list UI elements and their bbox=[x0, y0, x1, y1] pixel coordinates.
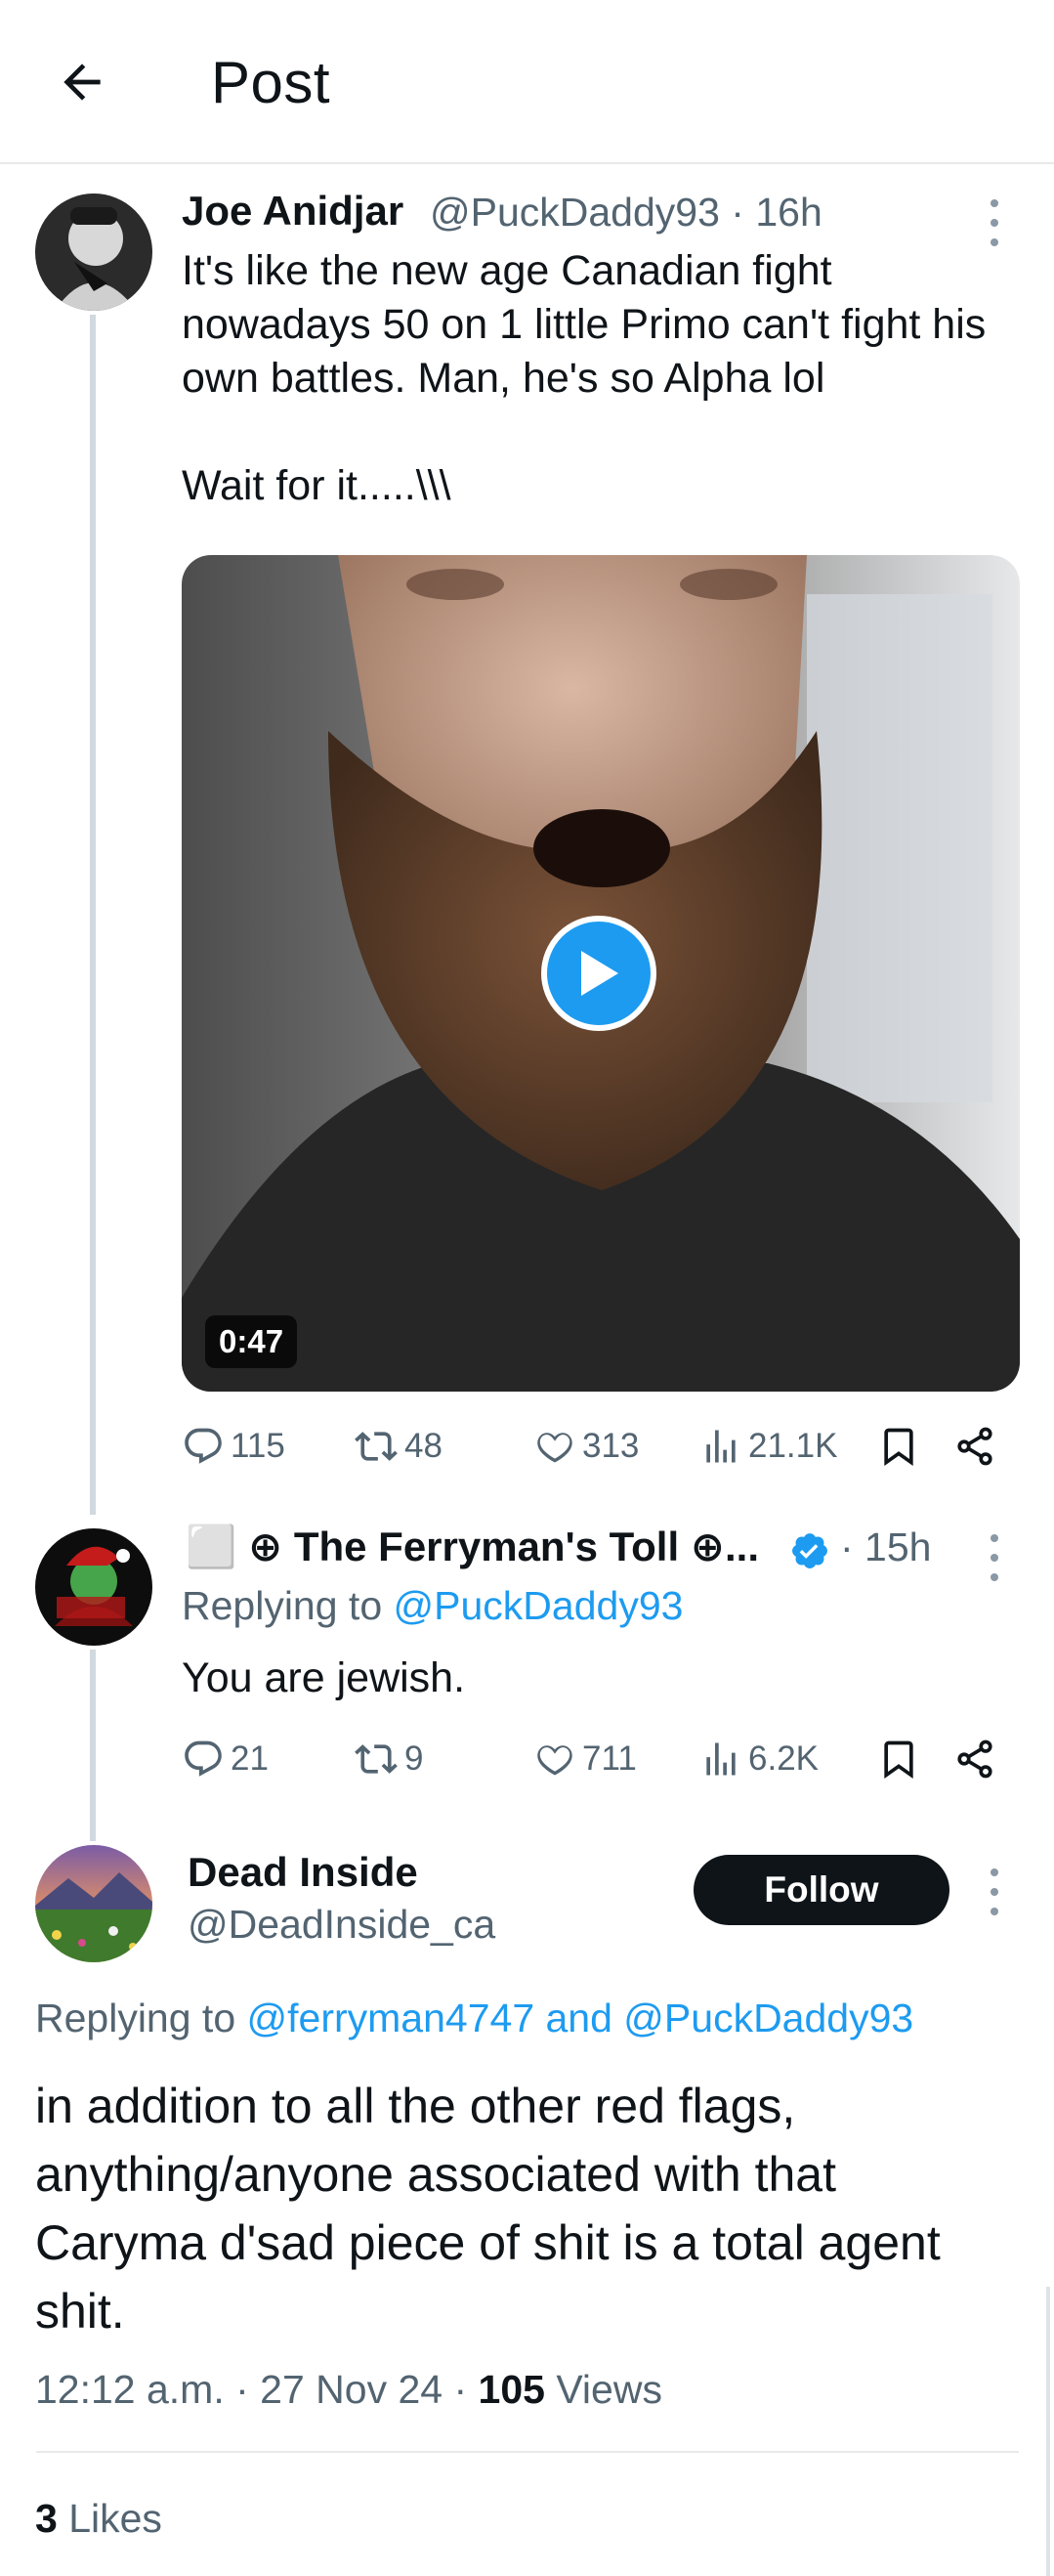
bookmark-button[interactable] bbox=[877, 1730, 926, 1788]
reply-button[interactable]: 21 bbox=[182, 1730, 269, 1788]
replying-to: Replying to @ferryman4747 and @PuckDaddy… bbox=[35, 1996, 914, 2040]
post-text: in addition to all the other red flags, … bbox=[35, 2079, 941, 2339]
repost-icon bbox=[355, 1432, 398, 1461]
avatar[interactable] bbox=[35, 193, 152, 311]
page-title: Post bbox=[211, 50, 331, 115]
reply-icon bbox=[185, 1428, 222, 1464]
views-icon bbox=[706, 1742, 736, 1776]
repost-icon bbox=[355, 1744, 398, 1774]
thread-line bbox=[90, 1650, 96, 1841]
share-button[interactable] bbox=[953, 1417, 1002, 1476]
views-count: 105 bbox=[478, 2367, 545, 2412]
scrollbar[interactable] bbox=[1046, 2287, 1050, 2576]
author-handle[interactable]: @PuckDaddy93 bbox=[430, 190, 720, 235]
replying-to-link[interactable]: @PuckDaddy93 bbox=[394, 1583, 684, 1628]
reply-button[interactable]: 115 bbox=[182, 1417, 285, 1476]
like-button[interactable]: 711 bbox=[533, 1730, 637, 1788]
tweet-text: It's like the new age Canadian fight now… bbox=[182, 247, 987, 509]
author-name[interactable]: ⬜ ⊕ The Ferryman's Toll ⊕... bbox=[186, 1523, 791, 1571]
video-duration: 0:47 bbox=[205, 1315, 298, 1368]
author-name[interactable]: Dead Inside bbox=[188, 1849, 418, 1896]
back-button[interactable] bbox=[51, 51, 113, 113]
views-button[interactable]: 6.2K bbox=[699, 1730, 819, 1788]
tweet-actions: 21 9 711 6.2K bbox=[182, 1730, 1012, 1788]
more-options-button[interactable] bbox=[983, 1868, 1006, 1915]
reply-icon bbox=[185, 1740, 222, 1777]
tweet-actions: 115 48 313 21.1K bbox=[182, 1417, 1012, 1476]
share-icon bbox=[957, 1739, 992, 1779]
play-icon bbox=[581, 951, 618, 996]
views-icon bbox=[706, 1430, 736, 1463]
bookmark-button[interactable] bbox=[877, 1417, 926, 1476]
more-options-button[interactable] bbox=[983, 1534, 1006, 1581]
bookmark-icon bbox=[884, 1428, 913, 1467]
repost-button[interactable]: 48 bbox=[354, 1417, 443, 1476]
video-player[interactable]: 0:47 bbox=[182, 555, 1020, 1392]
replying-to-link[interactable]: @ferryman4747 and @PuckDaddy93 bbox=[247, 1996, 914, 2040]
play-button[interactable] bbox=[541, 916, 656, 1031]
post-time: · 15h bbox=[840, 1524, 932, 1569]
top-bar: Post bbox=[0, 0, 1054, 164]
back-arrow-icon bbox=[63, 64, 101, 101]
like-icon bbox=[537, 1745, 572, 1776]
verified-badge-icon bbox=[792, 1533, 827, 1568]
like-icon bbox=[537, 1433, 572, 1463]
likes-count: 3 bbox=[35, 2496, 58, 2541]
post-time: · 16h bbox=[731, 190, 822, 235]
repost-button[interactable]: 9 bbox=[354, 1730, 423, 1788]
tweet-text: You are jewish. bbox=[182, 1654, 466, 1701]
thread-line bbox=[90, 315, 96, 1515]
more-options-button[interactable] bbox=[983, 199, 1006, 246]
post-timestamp: 12:12 a.m. · 27 Nov 24 · 105 Views bbox=[35, 2367, 662, 2412]
divider bbox=[36, 2451, 1019, 2453]
author-handle[interactable]: @DeadInside_ca bbox=[188, 1902, 495, 1948]
bookmark-icon bbox=[884, 1740, 913, 1780]
views-button[interactable]: 21.1K bbox=[699, 1417, 837, 1476]
share-icon bbox=[957, 1427, 992, 1466]
share-button[interactable] bbox=[953, 1730, 1002, 1788]
follow-button[interactable]: Follow bbox=[694, 1855, 949, 1925]
replying-to: Replying to @PuckDaddy93 bbox=[182, 1583, 684, 1628]
author-handle-time: @PuckDaddy93 · 16h bbox=[430, 190, 822, 236]
author-name[interactable]: Joe Anidjar bbox=[182, 188, 403, 235]
avatar[interactable] bbox=[35, 1528, 152, 1646]
like-button[interactable]: 313 bbox=[533, 1417, 639, 1476]
avatar[interactable] bbox=[35, 1845, 152, 1962]
likes-summary[interactable]: 3 Likes bbox=[35, 2496, 162, 2542]
